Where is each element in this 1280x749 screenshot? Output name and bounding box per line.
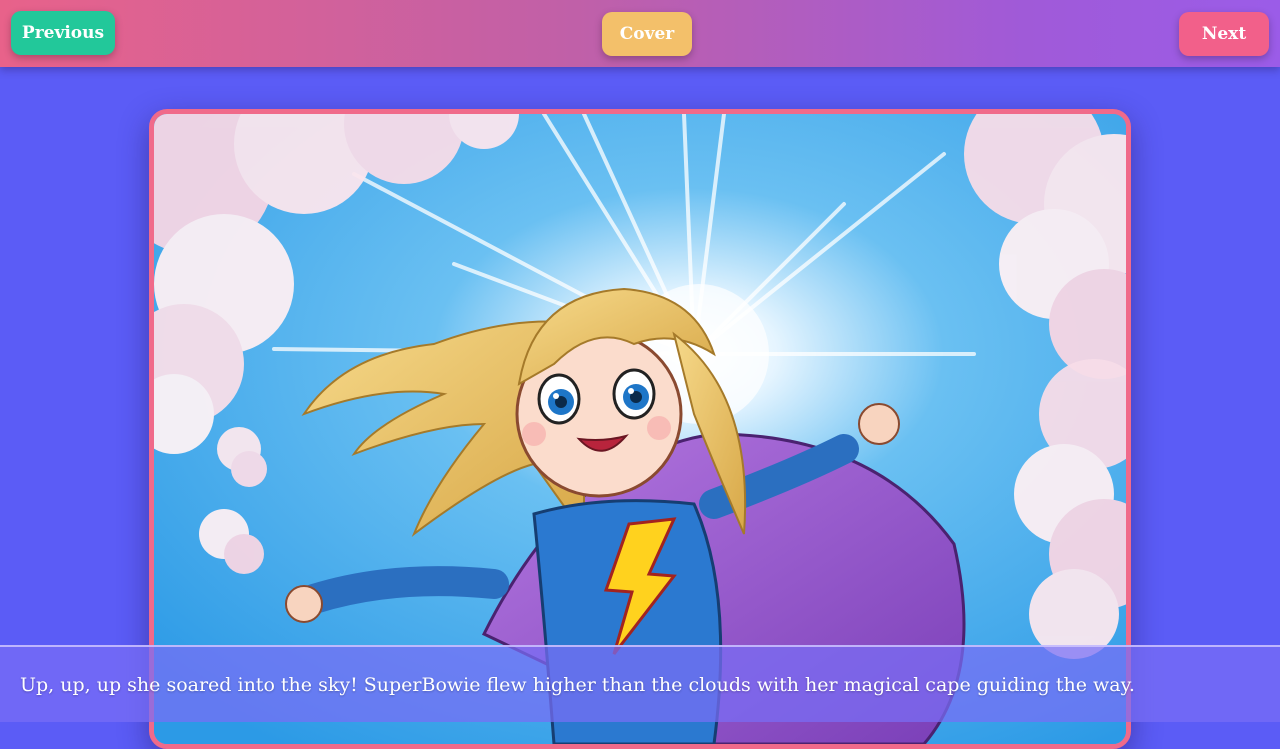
top-navigation-bar: Previous Cover Next [0, 0, 1280, 67]
cover-button[interactable]: Cover [602, 12, 692, 56]
story-caption: Up, up, up she soared into the sky! Supe… [20, 674, 1135, 696]
caption-bar: Up, up, up she soared into the sky! Supe… [0, 645, 1280, 722]
previous-button[interactable]: Previous [11, 11, 115, 55]
next-button[interactable]: Next [1179, 12, 1269, 56]
